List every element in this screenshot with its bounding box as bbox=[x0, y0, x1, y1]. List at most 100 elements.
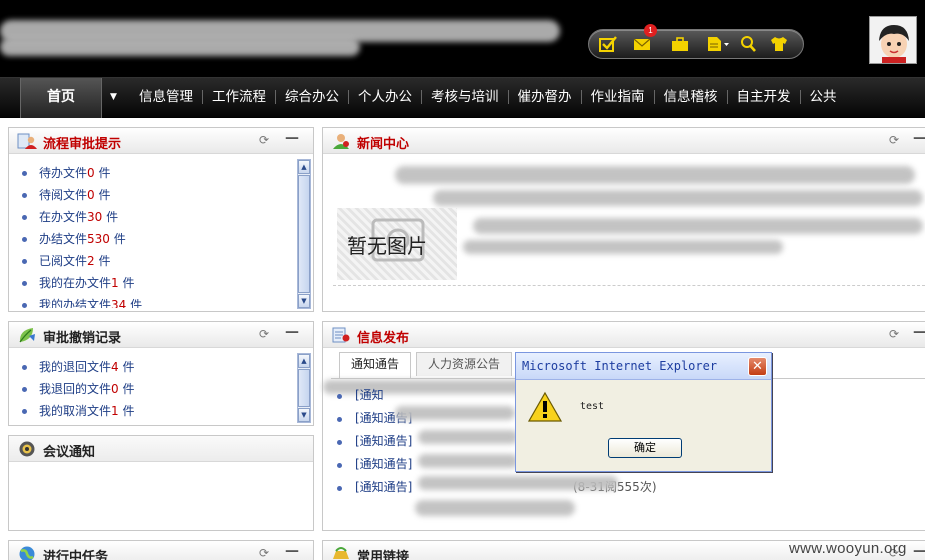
nav-item-audit[interactable]: 信息稽核 bbox=[653, 90, 727, 104]
tasks-panel-header: 进行中任务 ⟳ — bbox=[9, 541, 313, 560]
workflow-list: 待办文件0 件 待阅文件0 件 在办文件30 件 办结文件530 件 已阅文件2… bbox=[17, 162, 142, 308]
tab-hr-notices[interactable]: 人力资源公告 bbox=[416, 352, 513, 376]
links-panel-title: 常用链接 bbox=[357, 550, 410, 560]
minimize-icon[interactable]: — bbox=[285, 543, 299, 559]
redacted-info-line bbox=[418, 476, 618, 490]
news-image-placeholder[interactable]: 暂无图片 bbox=[337, 208, 457, 280]
info-list: [通知 [通知通告] [通知通告] [通知通告](8-31阅505次) [通知通… bbox=[337, 384, 701, 499]
nav-item-dev[interactable]: 自主开发 bbox=[726, 90, 800, 104]
alert-message: test bbox=[580, 401, 605, 412]
warning-icon bbox=[528, 391, 562, 422]
redacted-logo-2 bbox=[0, 38, 360, 56]
news-person-icon bbox=[333, 134, 349, 149]
redacted-news-line bbox=[433, 190, 923, 206]
scroll-up-icon[interactable]: ▲ bbox=[298, 354, 310, 368]
no-image-text: 暂无图片 bbox=[347, 234, 427, 258]
list-item[interactable]: [通知 bbox=[337, 384, 412, 407]
list-item[interactable]: 我的退回文件4 件 bbox=[17, 356, 134, 378]
tasks-panel-title: 进行中任务 bbox=[43, 550, 109, 560]
minimize-icon[interactable]: — bbox=[913, 543, 925, 559]
nav-item-training[interactable]: 考核与培训 bbox=[421, 90, 508, 104]
leaf-icon bbox=[19, 328, 35, 343]
list-item[interactable]: 我的办结文件34 件 bbox=[17, 294, 142, 308]
refresh-icon[interactable]: ⟳ bbox=[259, 133, 269, 147]
revoke-panel-title: 审批撤销记录 bbox=[43, 331, 122, 346]
alert-dialog-titlebar[interactable]: Microsoft Internet Explorer ✕ bbox=[516, 353, 771, 380]
revoke-panel: 审批撤销记录 ⟳ — 我的退回文件4 件 我退回的文件0 件 我的取消文件1 件… bbox=[8, 321, 314, 426]
meeting-panel-title: 会议通知 bbox=[43, 445, 96, 460]
nav-item-workflow[interactable]: 工作流程 bbox=[202, 90, 275, 104]
nav-item-info-management[interactable]: 信息管理 bbox=[128, 90, 202, 104]
minimize-icon[interactable]: — bbox=[285, 324, 299, 340]
list-item[interactable]: 我的在办文件1 件 bbox=[17, 272, 142, 294]
scroll-up-icon[interactable]: ▲ bbox=[298, 160, 310, 174]
mail-count-badge: 1 bbox=[644, 24, 657, 37]
nav-item-office[interactable]: 综合办公 bbox=[275, 90, 348, 104]
nav-item-guide[interactable]: 作业指南 bbox=[580, 90, 654, 104]
refresh-icon[interactable]: ⟳ bbox=[259, 327, 269, 341]
revoke-panel-header: 审批撤销记录 ⟳ — bbox=[9, 322, 313, 348]
header-toolbar: 1 bbox=[588, 24, 804, 59]
workflow-panel-header: 流程审批提示 ⟳ — bbox=[9, 128, 313, 154]
minimize-icon[interactable]: — bbox=[913, 130, 925, 146]
search-icon[interactable] bbox=[740, 36, 758, 52]
redacted-news-line bbox=[473, 218, 923, 234]
watermark-text: www.wooyun.org bbox=[789, 540, 907, 557]
minimize-icon[interactable]: — bbox=[285, 130, 299, 146]
approval-person-icon bbox=[17, 133, 37, 149]
top-header: 1 首页 ▼ 信息管理 工作流程 综合办公 个人办公 考核与培训 催办督办 作业… bbox=[0, 0, 925, 118]
nav-item-personal[interactable]: 个人办公 bbox=[348, 90, 421, 104]
nav-item-public[interactable]: 公共 bbox=[799, 90, 846, 104]
nav-item-supervise[interactable]: 催办督办 bbox=[507, 90, 581, 104]
nav-home[interactable]: 首页 bbox=[20, 78, 102, 118]
list-item[interactable]: 我的取消文件1 件 bbox=[17, 400, 134, 422]
redacted-news-line bbox=[395, 166, 915, 184]
scroll-thumb[interactable] bbox=[298, 175, 310, 293]
workflow-scrollbar[interactable]: ▲ ▼ bbox=[297, 159, 311, 309]
tasks-panel: 进行中任务 ⟳ — bbox=[8, 540, 314, 560]
alert-dialog: Microsoft Internet Explorer ✕ test 确定 bbox=[515, 352, 772, 472]
list-item[interactable]: 在办文件30 件 bbox=[17, 206, 142, 228]
globe-icon bbox=[19, 546, 35, 560]
close-button[interactable]: ✕ bbox=[748, 357, 767, 376]
briefcase-icon[interactable] bbox=[671, 36, 689, 52]
tab-notices[interactable]: 通知通告 bbox=[339, 352, 412, 378]
scroll-down-icon[interactable]: ▼ bbox=[298, 408, 310, 422]
revoke-list: 我的退回文件4 件 我退回的文件0 件 我的取消文件1 件 bbox=[17, 356, 134, 422]
scroll-thumb[interactable] bbox=[298, 369, 310, 407]
main-nav: 首页 ▼ 信息管理 工作流程 综合办公 个人办公 考核与培训 催办督办 作业指南… bbox=[0, 77, 925, 118]
workflow-panel-title: 流程审批提示 bbox=[43, 137, 122, 152]
refresh-icon[interactable]: ⟳ bbox=[889, 133, 899, 147]
check-icon[interactable] bbox=[599, 36, 617, 52]
news-divider bbox=[333, 285, 925, 286]
list-item[interactable]: 待办文件0 件 bbox=[17, 162, 142, 184]
refresh-icon[interactable]: ⟳ bbox=[889, 327, 899, 341]
bulletin-icon bbox=[332, 327, 350, 343]
refresh-icon[interactable]: ⟳ bbox=[259, 546, 269, 560]
info-panel-header: 信息发布 ⟳ — bbox=[323, 322, 925, 348]
list-item[interactable]: 待阅文件0 件 bbox=[17, 184, 142, 206]
document-icon[interactable] bbox=[706, 36, 730, 52]
info-panel-title: 信息发布 bbox=[357, 331, 410, 346]
list-item[interactable]: [通知通告](8-31阅505次) bbox=[337, 453, 701, 476]
user-avatar[interactable] bbox=[869, 16, 917, 64]
shirt-icon[interactable] bbox=[770, 36, 788, 52]
list-item[interactable]: [通知通告](8-31阅555次) bbox=[337, 476, 657, 499]
ok-button[interactable]: 确定 bbox=[608, 438, 682, 458]
avatar-icon bbox=[870, 17, 916, 63]
news-panel-title: 新闻中心 bbox=[357, 137, 410, 152]
list-item[interactable]: 我退回的文件0 件 bbox=[17, 378, 134, 400]
mail-icon[interactable] bbox=[633, 36, 651, 52]
scroll-down-icon[interactable]: ▼ bbox=[298, 294, 310, 308]
revoke-scrollbar[interactable]: ▲ ▼ bbox=[297, 353, 311, 423]
links-icon bbox=[333, 547, 349, 559]
redacted-news-line bbox=[463, 240, 783, 254]
list-item[interactable]: [通知通告] bbox=[337, 430, 412, 453]
meeting-panel: 会议通知 bbox=[8, 435, 314, 531]
list-item[interactable]: 已阅文件2 件 bbox=[17, 250, 142, 272]
list-item[interactable]: 办结文件530 件 bbox=[17, 228, 142, 250]
alert-dialog-title: Microsoft Internet Explorer bbox=[522, 359, 718, 373]
news-panel: 新闻中心 ⟳ — 暂无图片 bbox=[322, 127, 925, 312]
minimize-icon[interactable]: — bbox=[913, 324, 925, 340]
nav-dropdown-icon[interactable]: ▼ bbox=[110, 92, 117, 102]
